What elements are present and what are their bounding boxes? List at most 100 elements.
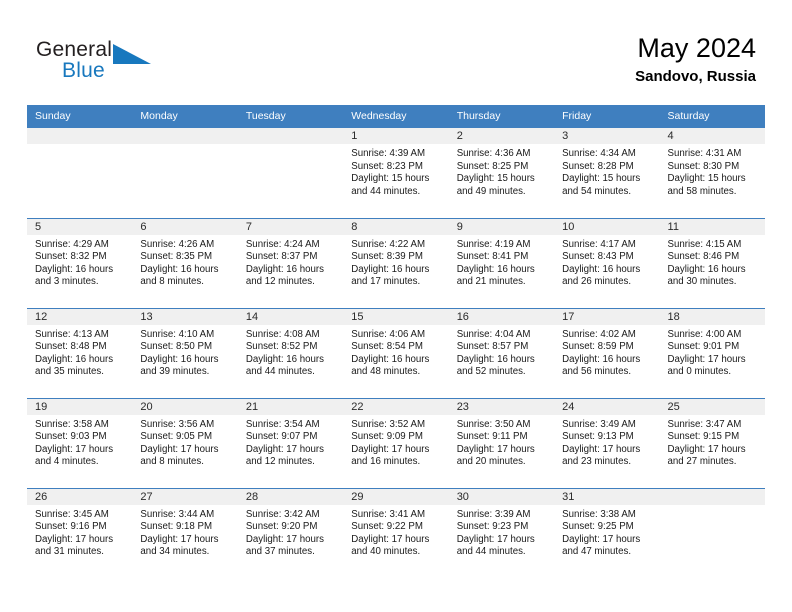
sun-info-line: Sunset: 9:03 PM: [35, 431, 107, 443]
sun-info-line: Sunrise: 3:52 AM: [351, 418, 426, 430]
calendar-week-row: 1 Sunrise: 4:39 AM Sunset: 8:23 PM Daylight…: [27, 128, 765, 218]
sun-info: Sunrise: 3:38 AM Sunset: 9:25 PM Daylight:…: [554, 505, 659, 559]
calendar-table: Sunday Monday Tuesday Wednesday Thursday Frid…: [27, 105, 765, 578]
calendar-cell-day[interactable]: 31 Sunrise: 3:38 AM Sunset: 9:25 PM Dayligh…: [554, 487, 660, 578]
day-number: 16: [448, 308, 555, 325]
sun-info-line: Daylight: 17 hours: [245, 533, 324, 545]
sun-info-line: and 12 minutes.: [245, 456, 315, 468]
sun-info-line: Sunset: 8:50 PM: [140, 341, 213, 353]
sun-info-line: and 39 minutes.: [140, 366, 210, 378]
calendar-cell-day[interactable]: 18 Sunrise: 4:00 AM Sunset: 9:01 PM Dayligh…: [659, 307, 765, 398]
weekday-header-thursday: Thursday: [448, 105, 555, 128]
sun-info-line: Sunrise: 4:04 AM: [456, 328, 531, 340]
sun-info-line: Sunrise: 4:24 AM: [245, 238, 320, 250]
calendar-cell-day[interactable]: 3 Sunrise: 4:34 AM Sunset: 8:28 PM Daylight…: [554, 128, 660, 218]
sun-info-line: Sunrise: 3:39 AM: [456, 508, 531, 520]
brand-logo[interactable]: General Blue: [36, 38, 166, 86]
sun-info-line: and 0 minutes.: [667, 366, 732, 378]
sun-info-line: Sunrise: 4:00 AM: [667, 328, 742, 340]
sun-info-line: Sunset: 8:48 PM: [35, 341, 107, 353]
calendar-cell-day[interactable]: 17 Sunrise: 4:02 AM Sunset: 8:59 PM Dayligh…: [554, 307, 660, 398]
calendar-cell-day[interactable]: 13 Sunrise: 4:10 AM Sunset: 8:50 PM Dayligh…: [132, 307, 238, 398]
page-header: General Blue May 2024 Sandovo, Russia: [0, 0, 792, 104]
calendar-cell-day[interactable]: 21 Sunrise: 3:54 AM Sunset: 9:07 PM Dayligh…: [237, 397, 344, 488]
sun-info-line: Sunrise: 4:08 AM: [245, 328, 320, 340]
sun-info: Sunrise: 4:22 AM Sunset: 8:39 PM Daylight:…: [343, 235, 448, 289]
sun-info-line: Daylight: 17 hours: [351, 443, 430, 455]
calendar-cell-day[interactable]: 19 Sunrise: 3:58 AM Sunset: 9:03 PM Dayligh…: [27, 397, 133, 488]
sun-info-line: and 12 minutes.: [245, 276, 315, 288]
sun-info-line: and 27 minutes.: [667, 456, 737, 468]
calendar-cell-day[interactable]: 27 Sunrise: 3:44 AM Sunset: 9:18 PM Dayligh…: [132, 487, 238, 578]
calendar-cell-day[interactable]: 29 Sunrise: 3:41 AM Sunset: 9:22 PM Dayligh…: [343, 487, 449, 578]
calendar-cell-day[interactable]: 7 Sunrise: 4:24 AM Sunset: 8:37 PM Daylight…: [237, 217, 344, 308]
calendar-cell-day[interactable]: 10 Sunrise: 4:17 AM Sunset: 8:43 PM Dayligh…: [554, 217, 660, 308]
sun-info-line: and 40 minutes.: [351, 546, 421, 558]
calendar-cell-day[interactable]: 28 Sunrise: 3:42 AM Sunset: 9:20 PM Dayligh…: [237, 487, 344, 578]
sun-info-line: Sunset: 9:11 PM: [456, 431, 528, 443]
sun-info-line: Daylight: 16 hours: [351, 263, 430, 275]
day-number: 31: [554, 488, 660, 505]
sun-info-line: and 17 minutes.: [351, 276, 421, 288]
sun-info-line: Sunset: 8:39 PM: [351, 251, 423, 263]
calendar-cell-empty: [132, 128, 238, 218]
sun-info: Sunrise: 4:15 AM Sunset: 8:46 PM Daylight:…: [660, 235, 765, 289]
calendar-cell-day[interactable]: 11 Sunrise: 4:15 AM Sunset: 8:46 PM Dayligh…: [659, 217, 765, 308]
sun-info: Sunrise: 3:45 AM Sunset: 9:16 PM Daylight:…: [27, 505, 132, 559]
calendar-cell-day[interactable]: 23 Sunrise: 3:50 AM Sunset: 9:11 PM Dayligh…: [448, 397, 555, 488]
calendar-header-row: Sunday Monday Tuesday Wednesday Thursday Frid…: [27, 105, 765, 128]
calendar-cell-day[interactable]: 20 Sunrise: 3:56 AM Sunset: 9:05 PM Dayligh…: [132, 397, 238, 488]
calendar-cell-day[interactable]: 25 Sunrise: 3:47 AM Sunset: 9:15 PM Dayligh…: [659, 397, 765, 488]
day-number: 1: [343, 128, 449, 144]
sun-info: Sunrise: 4:04 AM Sunset: 8:57 PM Daylight:…: [449, 325, 554, 379]
calendar-cell-day[interactable]: 2 Sunrise: 4:36 AM Sunset: 8:25 PM Daylight…: [448, 128, 555, 218]
sun-info-line: Daylight: 17 hours: [351, 533, 430, 545]
sun-info: [238, 144, 343, 148]
sun-info-line: and 52 minutes.: [456, 366, 526, 378]
sun-info-line: Sunset: 9:16 PM: [35, 521, 107, 533]
sun-info: Sunrise: 3:44 AM Sunset: 9:18 PM Daylight:…: [132, 505, 237, 559]
calendar-cell-day[interactable]: 8 Sunrise: 4:22 AM Sunset: 8:39 PM Daylight…: [343, 217, 449, 308]
sun-info-line: Daylight: 16 hours: [562, 353, 641, 365]
page-title: May 2024: [637, 33, 756, 63]
calendar-cell-empty: [237, 128, 344, 218]
day-number: 10: [554, 218, 660, 235]
calendar-cell-day[interactable]: 30 Sunrise: 3:39 AM Sunset: 9:23 PM Dayligh…: [448, 487, 555, 578]
calendar-cell-day[interactable]: 24 Sunrise: 3:49 AM Sunset: 9:13 PM Dayligh…: [554, 397, 660, 488]
day-number: 29: [343, 488, 449, 505]
sun-info-line: Sunset: 9:23 PM: [456, 521, 529, 533]
calendar-cell-day[interactable]: 6 Sunrise: 4:26 AM Sunset: 8:35 PM Daylight…: [132, 217, 238, 308]
calendar-cell-day[interactable]: 4 Sunrise: 4:31 AM Sunset: 8:30 PM Daylight…: [659, 128, 765, 218]
day-number: 4: [659, 128, 765, 144]
day-number: 27: [132, 488, 238, 505]
sun-info-line: and 21 minutes.: [456, 276, 526, 288]
calendar-cell-day[interactable]: 15 Sunrise: 4:06 AM Sunset: 8:54 PM Dayligh…: [343, 307, 449, 398]
calendar-cell-day[interactable]: 12 Sunrise: 4:13 AM Sunset: 8:48 PM Dayligh…: [27, 307, 133, 398]
sun-info-line: Sunrise: 4:13 AM: [35, 328, 109, 340]
calendar-cell-day[interactable]: 14 Sunrise: 4:08 AM Sunset: 8:52 PM Dayligh…: [237, 307, 344, 398]
calendar-cell-day[interactable]: 16 Sunrise: 4:04 AM Sunset: 8:57 PM Dayligh…: [448, 307, 555, 398]
day-number: 13: [132, 308, 238, 325]
sun-info: Sunrise: 3:39 AM Sunset: 9:23 PM Daylight:…: [449, 505, 554, 559]
day-number: 19: [27, 398, 133, 415]
sun-info-line: and 16 minutes.: [351, 456, 421, 468]
sun-info-line: Daylight: 17 hours: [456, 533, 535, 545]
sun-info-line: Daylight: 15 hours: [351, 173, 430, 185]
calendar-cell-day[interactable]: 26 Sunrise: 3:45 AM Sunset: 9:16 PM Dayligh…: [27, 487, 133, 578]
sun-info: Sunrise: 4:36 AM Sunset: 8:25 PM Daylight:…: [449, 144, 554, 198]
sun-info-line: Daylight: 15 hours: [667, 173, 746, 185]
sun-info: Sunrise: 4:29 AM Sunset: 8:32 PM Daylight:…: [27, 235, 132, 289]
day-number: 24: [554, 398, 660, 415]
sun-info-line: Daylight: 16 hours: [35, 353, 114, 365]
calendar-cell-day[interactable]: 1 Sunrise: 4:39 AM Sunset: 8:23 PM Daylight…: [343, 128, 449, 218]
sun-info-line: Sunrise: 4:02 AM: [562, 328, 636, 340]
sun-info-line: Sunset: 9:09 PM: [351, 431, 423, 443]
sun-info-line: Sunrise: 4:06 AM: [351, 328, 426, 340]
sun-info-line: Daylight: 16 hours: [667, 263, 746, 275]
calendar-cell-day[interactable]: 22 Sunrise: 3:52 AM Sunset: 9:09 PM Dayligh…: [343, 397, 449, 488]
calendar-cell-day[interactable]: 5 Sunrise: 4:29 AM Sunset: 8:32 PM Daylight…: [27, 217, 133, 308]
sun-info-line: Sunset: 9:20 PM: [245, 521, 318, 533]
sun-info: Sunrise: 3:52 AM Sunset: 9:09 PM Daylight:…: [343, 415, 448, 469]
calendar-cell-day[interactable]: 9 Sunrise: 4:19 AM Sunset: 8:41 PM Daylight…: [448, 217, 555, 308]
sun-info-line: Daylight: 16 hours: [140, 263, 219, 275]
